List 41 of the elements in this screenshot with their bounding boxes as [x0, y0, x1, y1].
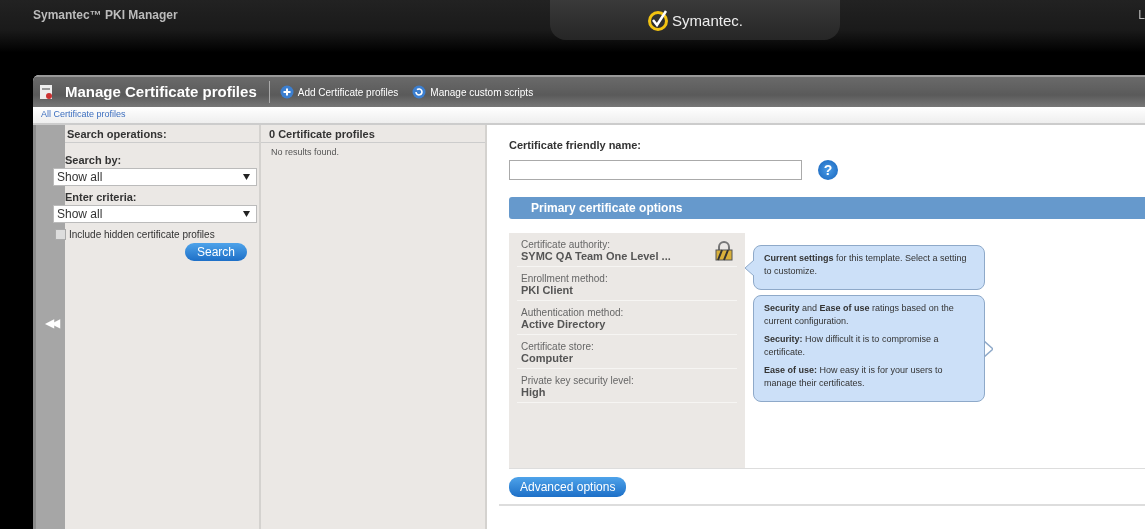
toolbar-link[interactable]: Add Certificate profiles	[279, 85, 399, 99]
tooltip-text: Current settings for this template. Select a setting to customize.	[764, 252, 968, 278]
checkmark-logo-icon	[647, 9, 670, 31]
certificate-icon	[39, 84, 53, 100]
tooltip-text: Ease of use: How easy it is for your users to manage their certificates.	[764, 364, 944, 390]
dropdown-arrow-icon	[243, 211, 250, 217]
toolbar-link[interactable]: Manage custom scripts	[412, 85, 534, 99]
checkbox-label: Include hidden certificate profiles	[69, 229, 215, 240]
app-title: Symantec™ PKI Manager	[33, 8, 178, 24]
setting-label: Private key security level:	[521, 375, 634, 386]
field-label: Certificate friendly name:	[509, 139, 643, 151]
setting-value: PKI Client	[521, 284, 574, 296]
panel-heading: 0 Certificate profiles	[269, 128, 375, 140]
tooltip-text: Security: How difficult it is to compromise a certificate.	[764, 333, 940, 359]
setting-label: Authentication method:	[521, 307, 624, 318]
setting-label: Certificate authority:	[521, 239, 611, 250]
refresh-icon	[412, 85, 427, 99]
breadcrumb-link[interactable]: All Certificate profiles	[41, 109, 126, 119]
empty-message: No results found.	[271, 147, 340, 157]
setting-label: Enrollment method:	[521, 273, 608, 284]
search-button[interactable]: Search	[184, 243, 247, 261]
window-title: Manage Certificate profiles	[65, 81, 270, 103]
section-header: Primary certificate options	[509, 197, 1145, 219]
tooltip-text: Security and Ease of use ratings based on the current configuration.	[764, 302, 955, 328]
field-label: Search by:	[65, 154, 123, 166]
select-field[interactable]: Show all	[53, 205, 257, 223]
field-label: Enter criteria:	[65, 191, 138, 203]
dropdown-arrow-icon	[243, 174, 250, 180]
checkbox[interactable]	[55, 229, 66, 240]
setting-value: Computer	[521, 352, 574, 364]
advanced-options-button[interactable]: Advanced options	[509, 477, 627, 497]
panel-heading: Search operations:	[67, 128, 167, 140]
input-field[interactable]	[509, 160, 802, 180]
setting-value: High	[521, 386, 547, 398]
help-icon[interactable]: ?	[818, 160, 838, 180]
setting-value: Active Directory	[521, 318, 607, 330]
setting-value: SYMC QA Team One Level ...	[521, 250, 671, 262]
select-field[interactable]: Show all	[53, 168, 257, 186]
plus-icon	[279, 85, 294, 99]
setting-label: Certificate store:	[521, 341, 594, 352]
brand-name: Symantec.	[672, 11, 743, 29]
